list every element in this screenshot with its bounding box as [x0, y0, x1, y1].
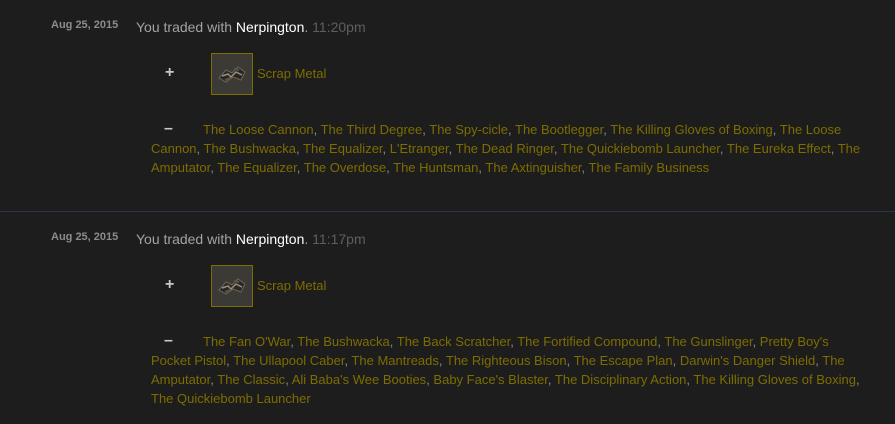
lost-item-link[interactable]: The Third Degree	[321, 122, 423, 137]
trade-punct: .	[304, 231, 309, 247]
received-item-tile[interactable]	[211, 265, 253, 307]
trade-time: 11:20pm	[312, 19, 366, 35]
trade-date: Aug 25, 2015	[51, 231, 119, 243]
item-separator: ,	[296, 160, 304, 175]
received-plus-icon: +	[165, 276, 175, 293]
lost-item-link[interactable]: The Mantreads	[351, 353, 438, 368]
lost-item-link[interactable]: The Huntsman	[393, 160, 478, 175]
trade-time: 11:17pm	[312, 231, 366, 247]
item-separator: ,	[672, 353, 680, 368]
lost-items-list: The Fan O'War, The Bushwacka, The Back S…	[151, 332, 871, 408]
item-separator: ,	[389, 334, 397, 349]
scrap-metal-icon	[218, 278, 246, 295]
lost-item-link[interactable]: The Quickiebomb Launcher	[151, 391, 311, 406]
lost-item-link[interactable]: Darwin's Danger Shield	[680, 353, 815, 368]
lost-item-link[interactable]: The Escape Plan	[574, 353, 673, 368]
item-separator: ,	[719, 141, 727, 156]
item-separator: ,	[382, 141, 390, 156]
item-separator: ,	[547, 372, 555, 387]
trade-entry: Aug 25, 2015 You traded with Nerpington.…	[0, 212, 895, 424]
trade-punct: .	[304, 19, 309, 35]
lost-item-link[interactable]: The Classic	[217, 372, 285, 387]
item-separator: ,	[196, 141, 204, 156]
lost-item-link[interactable]: The Equalizer	[303, 141, 383, 156]
lost-item-link[interactable]: The Back Scratcher	[397, 334, 510, 349]
lost-item-link[interactable]: The Loose Cannon	[203, 122, 314, 137]
lost-item-link[interactable]: The Spy-cicle	[429, 122, 508, 137]
item-separator: ,	[508, 122, 515, 137]
trade-partner-link[interactable]: Nerpington	[236, 231, 305, 247]
item-separator: ,	[553, 141, 561, 156]
item-separator: ,	[830, 141, 838, 156]
lost-item-link[interactable]: The Bootlegger	[515, 122, 603, 137]
trade-description: You traded with Nerpington. 11:20pm	[136, 19, 366, 35]
item-separator: ,	[448, 141, 456, 156]
lost-item-link[interactable]: The Dead Ringer	[456, 141, 554, 156]
trade-entry: Aug 25, 2015 You traded with Nerpington.…	[0, 0, 895, 211]
lost-item-link[interactable]: The Bushwacka	[204, 141, 297, 156]
lost-item-link[interactable]: The Eureka Effect	[727, 141, 831, 156]
item-separator: ,	[581, 160, 589, 175]
item-separator: ,	[566, 353, 574, 368]
lost-item-link[interactable]: The Disciplinary Action	[555, 372, 687, 387]
lost-item-link[interactable]: L'Etranger	[390, 141, 449, 156]
trade-description: You traded with Nerpington. 11:17pm	[136, 231, 366, 247]
lost-item-link[interactable]: The Family Business	[589, 160, 710, 175]
received-item-name[interactable]: Scrap Metal	[257, 66, 326, 81]
item-separator: ,	[313, 122, 321, 137]
received-plus-icon: +	[165, 64, 175, 81]
lost-item-link[interactable]: The Overdose	[304, 160, 386, 175]
lost-item-link[interactable]: The Gunslinger	[664, 334, 752, 349]
item-separator: ,	[438, 353, 446, 368]
item-separator: ,	[296, 141, 304, 156]
trade-prefix: You traded with	[136, 231, 232, 247]
lost-item-link[interactable]: Baby Face's Blaster	[433, 372, 547, 387]
trade-date: Aug 25, 2015	[51, 19, 119, 31]
lost-item-link[interactable]: The Righteous Bison	[446, 353, 567, 368]
received-item-name[interactable]: Scrap Metal	[257, 278, 326, 293]
lost-item-link[interactable]: The Killing Gloves of Boxing	[693, 372, 856, 387]
lost-item-link[interactable]: The Fortified Compound	[517, 334, 657, 349]
received-item-tile[interactable]	[211, 53, 253, 95]
lost-item-link[interactable]: The Bushwacka	[297, 334, 390, 349]
item-separator: ,	[752, 334, 760, 349]
item-separator: ,	[772, 122, 780, 137]
lost-item-link[interactable]: The Fan O'War	[203, 334, 290, 349]
scrap-metal-icon	[218, 66, 246, 83]
lost-items-list: The Loose Cannon, The Third Degree, The …	[151, 120, 871, 177]
trade-partner-link[interactable]: Nerpington	[236, 19, 305, 35]
lost-item-link[interactable]: The Quickiebomb Launcher	[561, 141, 720, 156]
lost-item-link[interactable]: The Ullapool Caber	[233, 353, 344, 368]
item-separator: ,	[856, 372, 860, 387]
lost-item-link[interactable]: The Equalizer	[217, 160, 297, 175]
lost-item-link[interactable]: The Killing Gloves of Boxing	[610, 122, 773, 137]
lost-item-link[interactable]: The Axtinguisher	[485, 160, 581, 175]
trade-prefix: You traded with	[136, 19, 232, 35]
lost-item-link[interactable]: Ali Baba's Wee Booties	[292, 372, 426, 387]
